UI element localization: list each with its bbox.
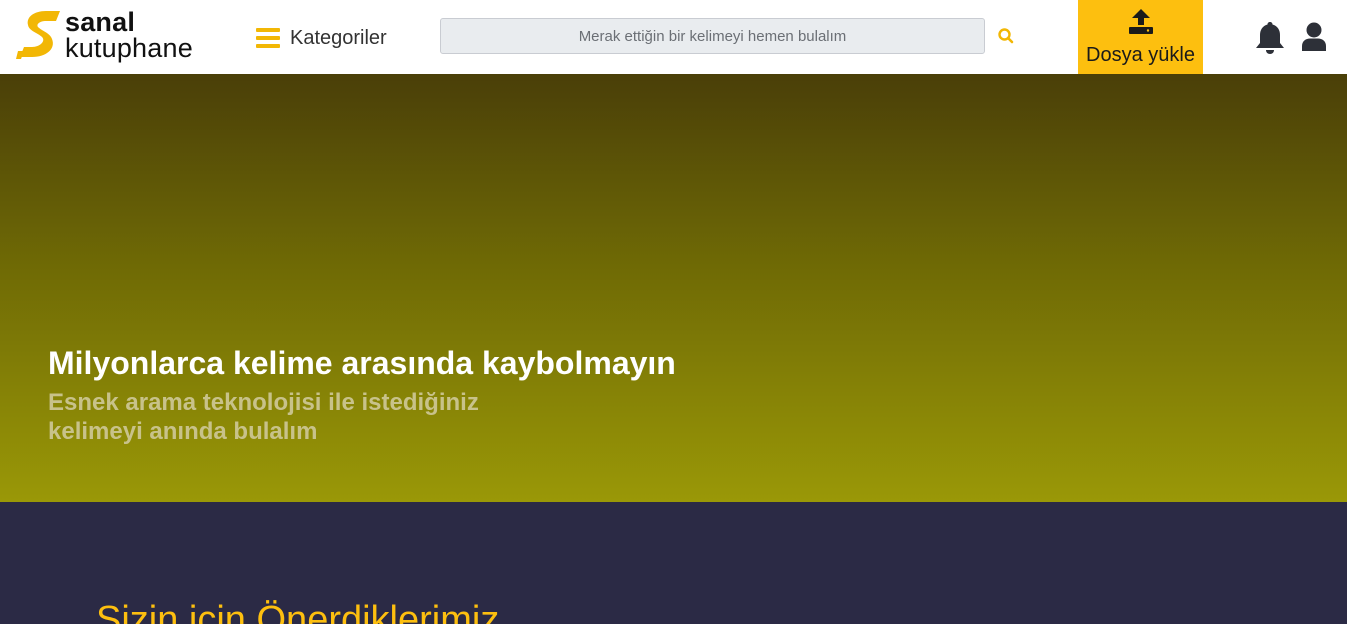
categories-button[interactable]: Kategoriler [256,20,406,56]
logo-text-kutuphane: kutuphane [65,33,193,63]
s-logo-icon [16,11,60,59]
top-header: sanal kutuphane Kategoriler Dosya yükle [0,0,1347,74]
hero-banner: Milyonlarca kelime arasında kaybolmayın … [0,74,1347,502]
categories-label: Kategoriler [290,26,387,49]
upload-label: Dosya yükle [1086,44,1195,66]
search-icon[interactable] [997,27,1017,47]
hero-title: Milyonlarca kelime arasında kaybolmayın [48,345,676,381]
recommendations-section: Sizin için Önerdiklerimiz [0,502,1347,624]
upload-button[interactable]: Dosya yükle [1078,0,1203,74]
recommendations-title: Sizin için Önerdiklerimiz [96,599,500,624]
hero-subtitle-line2: kelimeyi anında bulalım [48,418,318,445]
upload-icon [1129,9,1153,34]
bell-icon[interactable] [1254,21,1286,60]
site-logo[interactable]: sanal kutuphane [16,7,216,65]
hero-subtitle: Esnek arama teknolojisi ile istediğiniz … [48,388,488,446]
hamburger-icon [256,28,280,48]
search-input[interactable] [440,18,985,54]
hero-subtitle-line1: Esnek arama teknolojisi ile istediğiniz [48,389,479,416]
user-icon[interactable] [1301,22,1327,57]
